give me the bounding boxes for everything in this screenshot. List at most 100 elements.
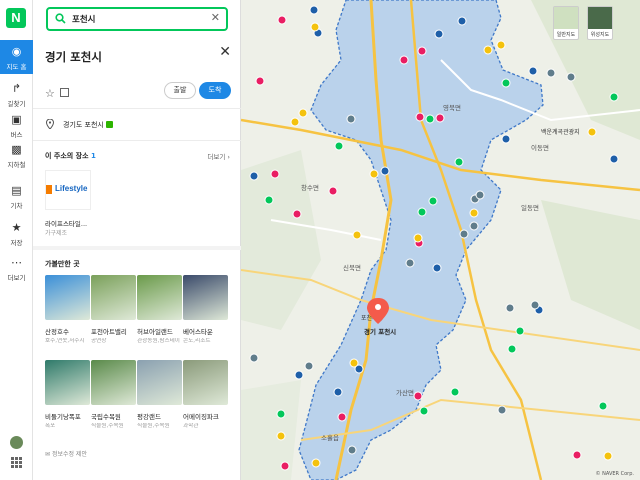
poi-marker[interactable]	[280, 461, 290, 471]
poi-marker[interactable]	[255, 76, 265, 86]
attraction-card[interactable]: 어메이징파크 과학관	[183, 360, 228, 430]
poi-marker[interactable]	[497, 405, 507, 415]
poi-marker[interactable]	[333, 387, 343, 397]
attraction-card[interactable]: 베어스타운 콘도,리조트	[183, 275, 228, 345]
poi-marker[interactable]	[264, 195, 274, 205]
nav-directions[interactable]: ↱ 길찾기	[0, 82, 33, 108]
poi-marker[interactable]	[609, 92, 619, 102]
attraction-card[interactable]: 국립수목원 식물원,수목원	[91, 360, 136, 430]
poi-marker[interactable]	[530, 300, 540, 310]
poi-marker[interactable]	[290, 117, 300, 127]
poi-marker[interactable]	[298, 108, 308, 118]
poi-marker[interactable]	[304, 361, 314, 371]
place-name[interactable]: 라이프스타일...	[45, 218, 87, 228]
poi-marker[interactable]	[294, 370, 304, 380]
globe-icon[interactable]	[10, 436, 23, 449]
close-panel-icon[interactable]: ✕	[219, 44, 231, 60]
poi-marker[interactable]	[347, 445, 357, 455]
poi-marker[interactable]	[432, 263, 442, 273]
poi-marker[interactable]	[450, 387, 460, 397]
more-places-link[interactable]: 더보기 ›	[207, 151, 230, 161]
poi-marker[interactable]	[501, 134, 511, 144]
poi-marker[interactable]	[337, 412, 347, 422]
poi-marker[interactable]	[276, 431, 286, 441]
attraction-card[interactable]: 비둘기낭폭포 폭포	[45, 360, 90, 430]
poi-marker[interactable]	[528, 66, 538, 76]
attraction-card[interactable]: 산정호수 호수,연못,저수지	[45, 275, 90, 345]
share-icon[interactable]	[60, 88, 69, 97]
depart-button[interactable]: 출발	[164, 82, 196, 99]
poi-marker[interactable]	[505, 303, 515, 313]
poi-marker[interactable]	[349, 358, 359, 368]
poi-marker[interactable]	[276, 409, 286, 419]
poi-marker[interactable]	[380, 166, 390, 176]
map-canvas[interactable]: 영북면 이동면 신북면 소흘읍 가산면 창수면 일동면 백운계곡관광지 포천시청…	[241, 0, 640, 480]
poi-marker[interactable]	[475, 190, 485, 200]
poi-marker[interactable]	[352, 230, 362, 240]
poi-marker[interactable]	[270, 169, 280, 179]
poi-marker[interactable]	[572, 450, 582, 460]
attraction-card[interactable]: 평강랜드 식물원,수목원	[137, 360, 182, 430]
poi-marker[interactable]	[546, 68, 556, 78]
poi-marker[interactable]	[603, 451, 613, 461]
poi-marker[interactable]	[457, 16, 467, 26]
poi-marker[interactable]	[496, 40, 506, 50]
poi-marker[interactable]	[249, 353, 259, 363]
poi-marker[interactable]	[415, 112, 425, 122]
maptype-satellite[interactable]: 위성지도	[587, 6, 613, 40]
map-svg[interactable]: 영북면 이동면 신북면 소흘읍 가산면 창수면 일동면 백운계곡관광지 포천시청…	[241, 0, 640, 480]
poi-marker[interactable]	[309, 5, 319, 15]
poi-marker[interactable]	[405, 258, 415, 268]
poi-marker[interactable]	[483, 45, 493, 55]
nav-more[interactable]: ⋯ 더보기	[0, 256, 33, 282]
search-box[interactable]: ✕	[46, 7, 228, 31]
poi-marker[interactable]	[417, 46, 427, 56]
copy-icon[interactable]	[105, 121, 113, 128]
poi-marker[interactable]	[609, 154, 619, 164]
maptype-normal[interactable]: 일반지도	[553, 6, 579, 40]
poi-marker[interactable]	[598, 401, 608, 411]
place-thumbnail[interactable]: Lifestyle	[45, 170, 91, 210]
poi-marker[interactable]	[501, 78, 511, 88]
poi-marker[interactable]	[413, 233, 423, 243]
poi-marker[interactable]	[469, 221, 479, 231]
poi-marker[interactable]	[507, 344, 517, 354]
poi-marker[interactable]	[428, 196, 438, 206]
bookmark-star-icon[interactable]: ☆	[45, 87, 55, 100]
attraction-card[interactable]: 허브아일랜드 관광농원,팜스테이	[137, 275, 182, 345]
poi-marker[interactable]	[417, 207, 427, 217]
poi-marker[interactable]	[469, 208, 479, 218]
poi-marker[interactable]	[419, 406, 429, 416]
poi-marker[interactable]	[434, 29, 444, 39]
poi-marker[interactable]	[346, 114, 356, 124]
nav-bus[interactable]: ▣ 버스	[0, 113, 33, 139]
poi-marker[interactable]	[328, 186, 338, 196]
attraction-card[interactable]: 포천아트밸리 공연장	[91, 275, 136, 345]
poi-marker[interactable]	[249, 171, 259, 181]
poi-marker[interactable]	[369, 169, 379, 179]
clear-search-icon[interactable]: ✕	[211, 11, 220, 24]
poi-marker[interactable]	[413, 391, 423, 401]
poi-marker[interactable]	[292, 209, 302, 219]
poi-marker[interactable]	[310, 22, 320, 32]
poi-marker[interactable]	[454, 157, 464, 167]
poi-marker[interactable]	[435, 113, 445, 123]
poi-marker[interactable]	[459, 229, 469, 239]
report-link[interactable]: ✉ 정보수정 제안	[45, 449, 87, 458]
poi-marker[interactable]	[334, 141, 344, 151]
poi-marker[interactable]	[515, 326, 525, 336]
poi-marker[interactable]	[566, 72, 576, 82]
apps-grid-icon[interactable]	[10, 454, 23, 468]
naver-logo[interactable]: N	[6, 8, 26, 28]
poi-marker[interactable]	[277, 15, 287, 25]
nav-saved[interactable]: ★ 저장	[0, 221, 33, 247]
nav-train[interactable]: ▤ 기차	[0, 184, 33, 210]
nav-subway[interactable]: ▩ 지하철	[0, 143, 33, 169]
poi-marker[interactable]	[587, 127, 597, 137]
poi-marker[interactable]	[311, 458, 321, 468]
nav-map-home[interactable]: ◉ 지도 홈	[0, 40, 33, 74]
search-input[interactable]	[72, 12, 212, 26]
poi-marker[interactable]	[399, 55, 409, 65]
poi-marker[interactable]	[425, 114, 435, 124]
arrive-button[interactable]: 도착	[199, 82, 231, 99]
